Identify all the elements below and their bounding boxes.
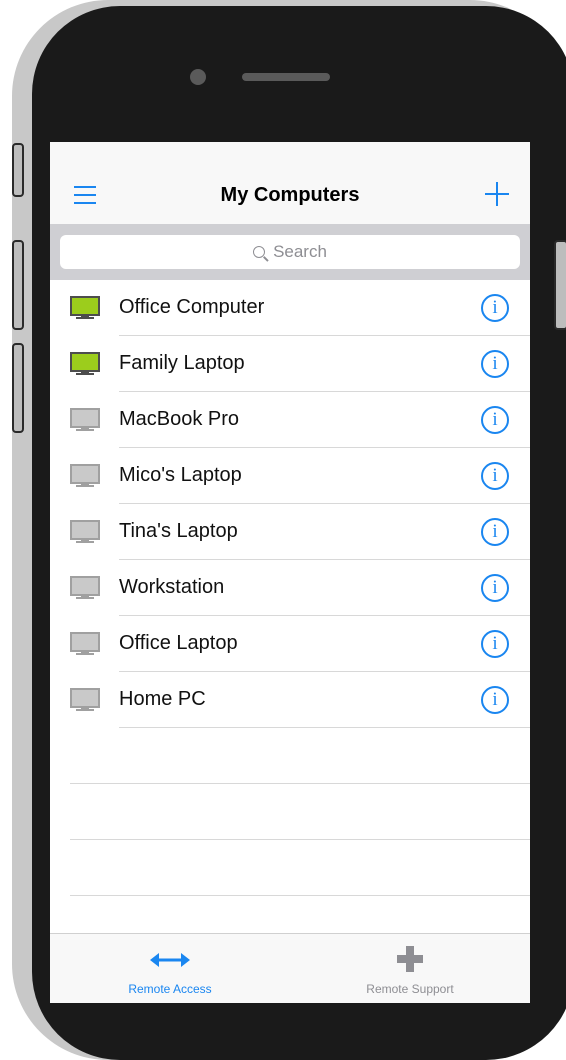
empty-row	[50, 728, 530, 784]
volume-down-button	[12, 343, 24, 433]
double-arrow-icon	[150, 953, 190, 967]
computer-list: Office Computer i Family Laptop i MacBoo…	[50, 280, 530, 896]
page-title: My Computers	[220, 184, 360, 206]
tab-label: Remote Access	[128, 982, 212, 996]
computer-name: Workstation	[119, 576, 225, 598]
tab-label: Remote Support	[366, 982, 454, 996]
computer-row[interactable]: Office Computer i	[50, 280, 530, 336]
empty-row	[50, 840, 530, 896]
computer-name: Family Laptop	[119, 352, 245, 374]
info-icon[interactable]: i	[481, 518, 509, 546]
computer-row[interactable]: MacBook Pro i	[50, 392, 530, 448]
empty-row	[50, 784, 530, 840]
volume-up-button	[12, 240, 24, 330]
info-icon[interactable]: i	[481, 686, 509, 714]
info-icon[interactable]: i	[481, 294, 509, 322]
info-icon[interactable]: i	[481, 406, 509, 434]
monitor-icon	[70, 464, 100, 488]
info-icon[interactable]: i	[481, 630, 509, 658]
mute-switch	[12, 143, 24, 197]
plus-cross-icon	[397, 946, 423, 972]
earpiece-speaker	[242, 73, 330, 81]
computer-name: MacBook Pro	[119, 408, 240, 430]
add-computer-button[interactable]	[485, 182, 509, 206]
search-input[interactable]: Search	[60, 235, 520, 269]
monitor-icon	[70, 520, 100, 544]
computer-row[interactable]: Home PC i	[50, 672, 530, 728]
tab-remote-access[interactable]: Remote Access	[50, 934, 290, 1003]
search-placeholder: Search	[273, 242, 327, 261]
computer-row[interactable]: Workstation i	[50, 560, 530, 616]
computer-name: Mico's Laptop	[119, 464, 242, 486]
monitor-icon	[70, 576, 100, 600]
computer-row[interactable]: Office Laptop i	[50, 616, 530, 672]
monitor-icon	[70, 632, 100, 656]
monitor-icon	[70, 352, 100, 376]
app-screen: My Computers Search Office Computer i Fa…	[50, 142, 530, 1003]
monitor-icon	[70, 688, 100, 712]
computer-row[interactable]: Tina's Laptop i	[50, 504, 530, 560]
navigation-bar: My Computers	[50, 142, 530, 224]
computer-name: Office Computer	[119, 296, 265, 318]
computer-row[interactable]: Mico's Laptop i	[50, 448, 530, 504]
computer-name: Tina's Laptop	[119, 520, 238, 542]
monitor-icon	[70, 408, 100, 432]
info-icon[interactable]: i	[481, 462, 509, 490]
computer-name: Home PC	[119, 688, 206, 710]
computer-name: Office Laptop	[119, 632, 238, 654]
search-bar: Search	[50, 224, 530, 280]
power-button	[554, 240, 566, 330]
computer-row[interactable]: Family Laptop i	[50, 336, 530, 392]
monitor-icon	[70, 296, 100, 320]
tab-remote-support[interactable]: Remote Support	[290, 934, 530, 1003]
info-icon[interactable]: i	[481, 350, 509, 378]
front-camera	[190, 69, 206, 85]
tab-bar: Remote Access Remote Support	[50, 933, 530, 1003]
info-icon[interactable]: i	[481, 574, 509, 602]
search-icon	[253, 246, 266, 258]
